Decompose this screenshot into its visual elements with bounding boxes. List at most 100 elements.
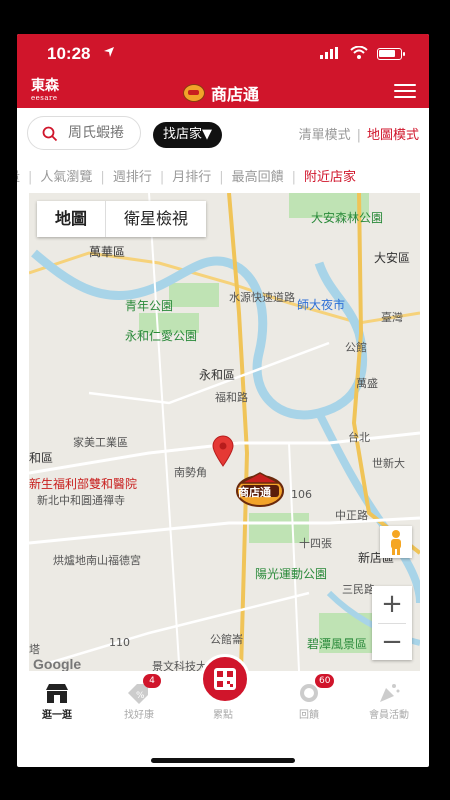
zoom-in-button[interactable]: + [372, 586, 412, 623]
brand-logo-subtext: eesare [31, 94, 58, 102]
nav-rewards-badge: 60 [315, 674, 335, 688]
map-type-satellite-button[interactable]: 衛星檢視 [106, 201, 206, 237]
battery-icon [377, 48, 405, 60]
nav-deals-badge: 4 [143, 674, 161, 688]
map-label: 師大夜市 [297, 298, 346, 312]
filter-tab[interactable]: 月排行 [172, 166, 211, 185]
nav-events[interactable]: 會員活動 [359, 680, 419, 721]
tab-separator: | [100, 170, 105, 185]
search-box[interactable] [27, 116, 141, 150]
pegman-icon [391, 530, 401, 555]
map-label: 110 [109, 636, 130, 649]
street-view-pegman-button[interactable] [380, 526, 412, 558]
map-label: 大安森林公園 [311, 211, 384, 225]
app-header: 東森 eesare 商店通 [17, 72, 429, 106]
filter-tab[interactable]: 週排行 [113, 166, 152, 185]
map-label: 烘爐地南山福德宮 [53, 554, 141, 567]
map-mode-button[interactable]: 地圖模式 [367, 128, 419, 143]
map-label: 世新大 [372, 457, 405, 470]
menu-line [394, 96, 416, 98]
page-title: 商店通 [211, 85, 260, 104]
map-label: 公館 [345, 341, 367, 354]
search-icon [42, 126, 58, 142]
store-marker-label: 商店通 [238, 486, 271, 499]
menu-line [394, 84, 416, 86]
search-input[interactable] [68, 125, 138, 141]
google-attribution: Google [33, 656, 82, 671]
map-label: 台北 [348, 431, 370, 444]
storefront-icon [46, 684, 68, 703]
zoom-control: + − [372, 586, 412, 660]
filter-tab[interactable]: 最高回饋 [232, 166, 284, 185]
store-marker[interactable]: 商店通 [235, 469, 285, 513]
map-view[interactable]: 大安森林公園萬華區 大安區青年公園 師大夜市臺灣永和仁愛公園公館萬盛 永和區福和路家美… [29, 193, 420, 671]
nav-explore[interactable]: 逛一逛 [27, 680, 87, 721]
tab-separator: | [159, 170, 165, 185]
status-bar: 10:28 [17, 42, 429, 66]
map-label: 十四張 [299, 537, 332, 550]
bottom-nav: 逛一逛 % 4 找好康 累點 60 回饋 會員活動 [17, 654, 429, 734]
filter-tab[interactable]: 附近店家 [304, 166, 356, 185]
find-store-dropdown[interactable]: 找店家▼ [153, 122, 222, 148]
map-label: 家美工業區 [73, 436, 128, 449]
nav-deals-label: 找好康 [124, 710, 154, 721]
filter-tabs: 量 | 人氣瀏覽 | 週排行 | 月排行 | 最高回饋 | 附近店家 [17, 158, 429, 192]
map-label: 臺灣 [381, 311, 403, 324]
battery-level [379, 50, 395, 57]
map-label: 塔 [29, 643, 40, 656]
nav-rewards-label: 回饋 [299, 710, 319, 721]
nav-events-label: 會員活動 [369, 710, 409, 721]
map-label: 南勢角 [174, 466, 207, 479]
map-label: 三民路 [342, 583, 375, 596]
map-label: 永和區 [199, 368, 236, 382]
wifi-icon [350, 46, 368, 59]
nav-explore-label: 逛一逛 [42, 710, 72, 721]
map-type-toggle: 地圖 衛星檢視 [37, 201, 207, 237]
tab-separator: | [219, 170, 224, 185]
zoom-out-button[interactable]: − [372, 624, 412, 661]
map-label: 106 [291, 488, 312, 501]
app-screen: 10:28 東森 eesare 商店通 周氏蝦捲 找店家▼ 清單模式 | 地圖模… [17, 34, 429, 767]
menu-line [394, 90, 416, 92]
scan-qr-button[interactable] [200, 654, 250, 704]
nav-rewards[interactable]: 60 回饋 [279, 674, 339, 721]
map-label: 大安區 [374, 251, 411, 265]
map-type-map-button[interactable]: 地圖 [37, 201, 107, 237]
map-label: 青年公園 [125, 299, 174, 313]
filter-tab[interactable]: 人氣瀏覽 [40, 166, 92, 185]
menu-button[interactable] [394, 84, 416, 98]
status-time: 10:28 [47, 44, 91, 63]
brand-logo[interactable]: 東森 eesare [31, 79, 59, 104]
top-bar: 10:28 東森 eesare 商店通 [17, 34, 429, 108]
nav-points-label: 累點 [213, 710, 233, 721]
map-label: 陽光運動公園 [255, 567, 328, 581]
filter-tab[interactable]: 量 [17, 166, 20, 185]
list-mode-button[interactable]: 清單模式 [299, 128, 351, 143]
map-label: 萬華區 [89, 245, 126, 259]
map-label: 萬盛 [356, 377, 378, 390]
map-label: 福和路 [215, 391, 248, 404]
tab-separator: | [28, 170, 33, 185]
nav-deals[interactable]: % 4 找好康 [109, 674, 169, 721]
home-indicator [151, 758, 295, 763]
view-mode-switch: 清單模式 | 地圖模式 [299, 124, 419, 143]
location-arrow-icon [104, 47, 114, 57]
cellular-signal-icon [320, 47, 338, 59]
store-badge-icon [183, 84, 205, 102]
map-label: 公館崙 [210, 633, 243, 646]
page-title-group: 商店通 [183, 81, 259, 105]
search-row: 找店家▼ 清單模式 | 地圖模式 [17, 114, 429, 154]
map-label: 和區 [29, 451, 54, 465]
phone-frame: 10:28 東森 eesare 商店通 周氏蝦捲 找店家▼ 清單模式 | 地圖模… [0, 0, 450, 800]
party-popper-icon [380, 684, 400, 702]
qr-code-icon [214, 668, 236, 690]
map-label: 中正路 [335, 509, 368, 522]
tab-separator: | [291, 170, 297, 185]
map-label: 新生福利部雙和醫院 [29, 477, 138, 491]
map-label: 碧潭風景區 [307, 637, 368, 651]
map-label: 永和仁愛公園 [125, 329, 198, 343]
filter-tabs-track: 量 | 人氣瀏覽 | 週排行 | 月排行 | 最高回饋 | 附近店家 [17, 166, 356, 185]
current-location-pin-icon[interactable] [212, 435, 234, 467]
svg-text:%: % [136, 691, 145, 701]
mode-separator: | [356, 128, 361, 143]
